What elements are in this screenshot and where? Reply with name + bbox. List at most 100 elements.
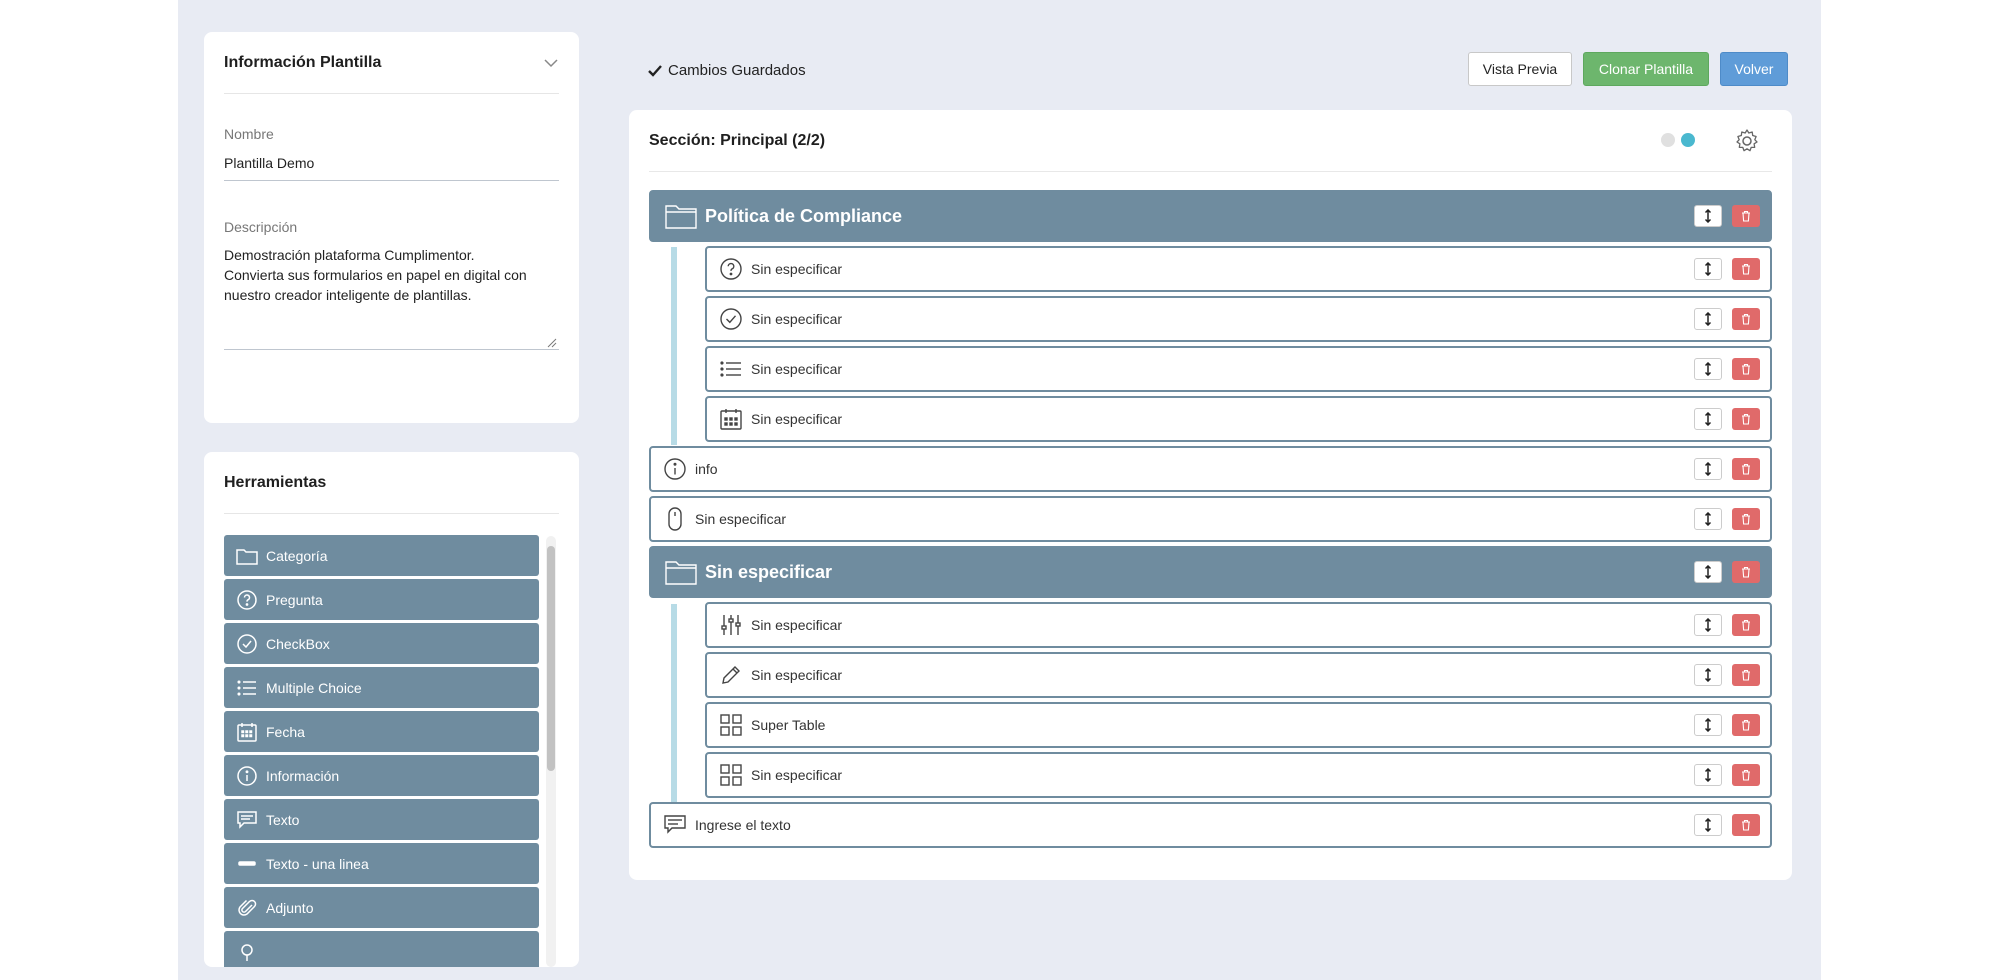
move-button[interactable] <box>1694 764 1722 786</box>
arrows-vertical-icon <box>1704 512 1712 526</box>
template-info-header[interactable]: Información Plantilla <box>224 32 559 94</box>
tool-informacion[interactable]: Información <box>224 755 539 796</box>
description-field[interactable]: Demostración plataforma Cumplimentor. Co… <box>224 245 559 305</box>
back-button[interactable]: Volver <box>1720 52 1788 86</box>
name-label: Nombre <box>224 126 274 142</box>
delete-button[interactable] <box>1732 614 1760 636</box>
description-label: Descripción <box>224 219 298 235</box>
tool-adjunto[interactable]: Adjunto <box>224 887 539 928</box>
category-row[interactable]: Sin especificar <box>649 546 1772 598</box>
section-toggle[interactable] <box>1661 133 1695 147</box>
delete-button[interactable] <box>1732 508 1760 530</box>
sliders-row[interactable]: Sin especificar <box>705 602 1772 648</box>
tools-scrollbar[interactable] <box>546 536 556 967</box>
delete-button[interactable] <box>1732 308 1760 330</box>
sliders-icon <box>719 613 743 637</box>
tool-label: Pregunta <box>266 591 323 608</box>
calendar-icon <box>719 407 743 431</box>
move-button[interactable] <box>1694 561 1722 583</box>
move-button[interactable] <box>1694 358 1722 380</box>
arrows-vertical-icon <box>1704 462 1712 476</box>
delete-button[interactable] <box>1732 561 1760 583</box>
question-icon <box>236 589 258 611</box>
move-button[interactable] <box>1694 614 1722 636</box>
delete-button[interactable] <box>1732 714 1760 736</box>
trash-icon <box>1742 413 1750 425</box>
multiple-choice-row[interactable]: Sin especificar <box>705 346 1772 392</box>
delete-button[interactable] <box>1732 764 1760 786</box>
toggle-dot-on[interactable] <box>1681 133 1695 147</box>
move-button[interactable] <box>1694 308 1722 330</box>
move-button[interactable] <box>1694 664 1722 686</box>
move-button[interactable] <box>1694 205 1722 227</box>
move-button[interactable] <box>1694 508 1722 530</box>
check-circle-icon <box>719 307 743 331</box>
comment-icon <box>663 813 687 837</box>
tool-checkbox[interactable]: CheckBox <box>224 623 539 664</box>
tool-label: Texto <box>266 811 300 828</box>
section-title: Sección: Principal (2/2) <box>649 131 826 149</box>
arrows-vertical-icon <box>1704 412 1712 426</box>
move-button[interactable] <box>1694 408 1722 430</box>
saved-status-text: Cambios Guardados <box>668 62 806 79</box>
tool-label: Fecha <box>266 723 305 740</box>
section-header: Sección: Principal (2/2) <box>649 110 1772 172</box>
move-button[interactable] <box>1694 814 1722 836</box>
trash-icon <box>1742 313 1750 325</box>
question-icon <box>719 257 743 281</box>
move-button[interactable] <box>1694 258 1722 280</box>
info-row[interactable]: info <box>649 446 1772 492</box>
comment-icon <box>236 809 258 831</box>
toggle-dot-off[interactable] <box>1661 133 1675 147</box>
clone-template-button[interactable]: Clonar Plantilla <box>1583 52 1709 86</box>
tool-fecha[interactable]: Fecha <box>224 711 539 752</box>
delete-button[interactable] <box>1732 664 1760 686</box>
delete-button[interactable] <box>1732 358 1760 380</box>
move-button[interactable] <box>1694 714 1722 736</box>
check-icon <box>648 64 662 77</box>
move-button[interactable] <box>1694 458 1722 480</box>
row-label: Sin especificar <box>751 617 843 633</box>
row-actions <box>1694 205 1760 227</box>
tools-scrollbar-thumb[interactable] <box>547 546 555 771</box>
gear-icon[interactable] <box>1734 128 1760 154</box>
template-info-panel: Información Plantilla Nombre Plantilla D… <box>204 32 579 423</box>
date-row[interactable]: Sin especificar <box>705 396 1772 442</box>
delete-button[interactable] <box>1732 408 1760 430</box>
row-actions <box>1694 764 1760 786</box>
tool-texto[interactable]: Texto <box>224 799 539 840</box>
row-label: Sin especificar <box>751 311 843 327</box>
tool-pregunta[interactable]: Pregunta <box>224 579 539 620</box>
row-actions <box>1694 408 1760 430</box>
preview-button[interactable]: Vista Previa <box>1468 52 1572 86</box>
text-row[interactable]: Ingrese el texto <box>649 802 1772 848</box>
name-field[interactable]: Plantilla Demo <box>224 155 559 171</box>
mouse-row[interactable]: Sin especificar <box>649 496 1772 542</box>
tool-texto-una-linea[interactable]: Texto - una linea <box>224 843 539 884</box>
arrows-vertical-icon <box>1704 818 1712 832</box>
tool-partial[interactable] <box>224 931 539 967</box>
resize-grip-icon[interactable] <box>547 338 557 348</box>
tools-title: Herramientas <box>224 473 327 491</box>
delete-button[interactable] <box>1732 814 1760 836</box>
chevron-down-icon[interactable] <box>543 55 559 71</box>
super-table-row[interactable]: Super Table <box>705 702 1772 748</box>
delete-button[interactable] <box>1732 258 1760 280</box>
category-row[interactable]: Política de Compliance <box>649 190 1772 242</box>
table-row[interactable]: Sin especificar <box>705 752 1772 798</box>
row-label: Sin especificar <box>751 261 843 277</box>
arrows-vertical-icon <box>1704 718 1712 732</box>
delete-button[interactable] <box>1732 205 1760 227</box>
delete-button[interactable] <box>1732 458 1760 480</box>
row-actions <box>1694 814 1760 836</box>
row-actions <box>1694 714 1760 736</box>
info-icon <box>663 457 687 481</box>
tool-multiple-choice[interactable]: Multiple Choice <box>224 667 539 708</box>
name-field-underline <box>224 180 559 181</box>
checkbox-row[interactable]: Sin especificar <box>705 296 1772 342</box>
signature-row[interactable]: Sin especificar <box>705 652 1772 698</box>
arrows-vertical-icon <box>1704 668 1712 682</box>
question-row[interactable]: Sin especificar <box>705 246 1772 292</box>
tool-label: Categoría <box>266 547 328 564</box>
tool-categoria[interactable]: Categoría <box>224 535 539 576</box>
